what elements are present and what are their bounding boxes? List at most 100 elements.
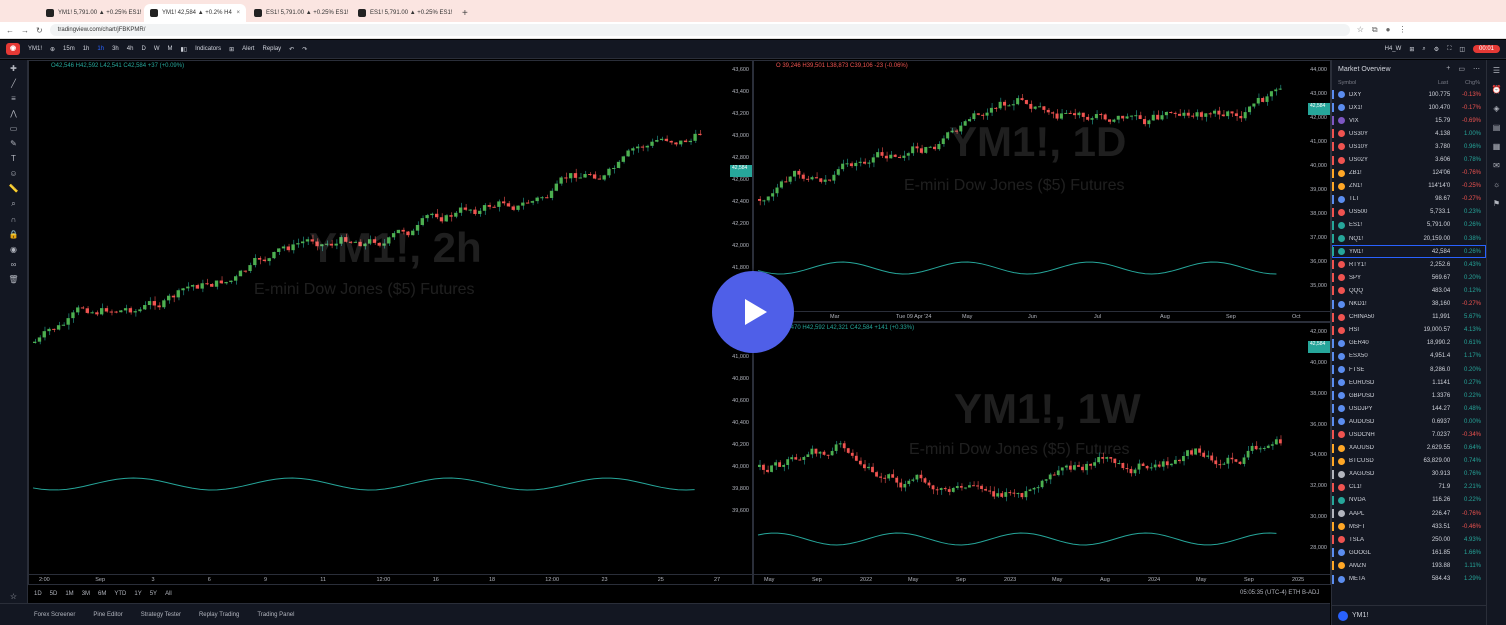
browser-tab[interactable]: ES1! 5,791.00 ▲ +0.25% ES1!×: [352, 4, 454, 22]
interval-4h[interactable]: 4h: [127, 46, 134, 52]
ruler-icon[interactable]: 📏: [9, 184, 19, 193]
watchlist-row[interactable]: VIX 15.79 -0.69%: [1332, 114, 1486, 127]
watchlist-row[interactable]: SPY 569.67 0.20%: [1332, 271, 1486, 284]
fullscreen-icon[interactable]: ⛶: [1447, 46, 1451, 53]
interval-1h-selected[interactable]: 1h: [97, 46, 104, 52]
chart-2h[interactable]: O42,546 H42,592 L42,541 C42,584 +37 (+0.…: [28, 60, 753, 585]
tradingview-logo-icon[interactable]: ◉: [6, 43, 20, 55]
add-symbol-icon[interactable]: +: [1446, 65, 1450, 73]
browser-tab-active[interactable]: YM1! 42,584 ▲ +0.2% H4 ×: [144, 4, 246, 22]
symbol-search-button[interactable]: YM1!: [28, 46, 42, 52]
watchlist-row[interactable]: CL1! 71.9 2.21%: [1332, 481, 1486, 494]
price-axis[interactable]: 44,000 43,000 42,000 41,000 40,000 39,000 38,0…: [1306, 61, 1330, 321]
bottom-tab[interactable]: Replay Trading: [199, 612, 239, 618]
browser-tab[interactable]: YM1! 5,791.00 ▲ +0.25% ES1!×: [40, 4, 142, 22]
ideas-icon[interactable]: ☼: [1493, 180, 1500, 189]
link-icon[interactable]: ∞: [11, 260, 17, 269]
watchlist-row[interactable]: YM1! 42,584 0.26%: [1332, 245, 1486, 259]
layers-icon[interactable]: ◈: [1493, 104, 1499, 113]
timeframe-1m[interactable]: 1M: [65, 591, 73, 597]
layout-icon[interactable]: ▭: [1458, 65, 1465, 73]
watchlist-row[interactable]: GBPUSD 1.3376 0.22%: [1332, 389, 1486, 402]
watchlist-row[interactable]: MSFT 433.51 -0.46%: [1332, 520, 1486, 533]
rectangle-icon[interactable]: ▭: [10, 124, 18, 133]
watchlist-row[interactable]: US02Y 3.606 0.78%: [1332, 153, 1486, 166]
alert-button[interactable]: Alert: [242, 46, 254, 52]
notifications-icon[interactable]: ⚑: [1493, 199, 1500, 208]
crosshair-icon[interactable]: ✚: [10, 64, 17, 73]
interval-3h[interactable]: 3h: [112, 46, 119, 52]
watchlist-row[interactable]: ZB1! 124'06 -0.76%: [1332, 167, 1486, 180]
column-symbol[interactable]: Symbol: [1338, 80, 1402, 86]
more-icon[interactable]: ⋯: [1473, 65, 1480, 73]
replay-button[interactable]: Replay: [262, 46, 281, 52]
bookmark-icon[interactable]: ☆: [1357, 25, 1364, 35]
layout-name[interactable]: H4_W: [1385, 46, 1402, 52]
interval-d[interactable]: D: [141, 46, 145, 52]
back-icon[interactable]: ←: [6, 26, 14, 35]
chart-1d[interactable]: O 39,246 H39,501 L38,873 C39,106 -23 (-0…: [753, 60, 1331, 322]
news-icon[interactable]: ▤: [1493, 123, 1501, 132]
timeframe-ytd[interactable]: YTD: [114, 591, 126, 597]
watchlist-row[interactable]: META 584.43 1.29%: [1332, 572, 1486, 585]
watchlist-row[interactable]: NVDA 116.26 0.22%: [1332, 494, 1486, 507]
timeframe-5y[interactable]: 5Y: [150, 591, 157, 597]
profile-icon[interactable]: ●: [1386, 25, 1391, 35]
live-timer[interactable]: 00:01: [1472, 45, 1500, 53]
interval-m[interactable]: M: [167, 46, 172, 52]
watchlist-row[interactable]: XAUUSD 2,629.55 0.64%: [1332, 442, 1486, 455]
browser-tab[interactable]: ES1! 5,791.00 ▲ +0.25% ES1!×: [248, 4, 350, 22]
timeframe-6m[interactable]: 6M: [98, 591, 106, 597]
eye-icon[interactable]: ◉: [10, 245, 17, 254]
watchlist-row[interactable]: GER40 18,990.2 0.61%: [1332, 337, 1486, 350]
timeframe-5d[interactable]: 5D: [50, 591, 58, 597]
watchlist-icon[interactable]: ☰: [1493, 66, 1500, 75]
bottom-tab[interactable]: Forex Screener: [34, 612, 75, 618]
interval-1h[interactable]: 1h: [83, 46, 90, 52]
interval-15m[interactable]: 15m: [63, 46, 75, 52]
time-axis[interactable]: 2:00 Sep 3 6 9 11 12:00 16 18 12:00 23 25 27: [29, 574, 752, 584]
watchlist-row[interactable]: TSLA 250.00 4.93%: [1332, 533, 1486, 546]
emoji-icon[interactable]: ☺: [9, 169, 17, 178]
watchlist-row[interactable]: GOOGL 161.85 1.66%: [1332, 546, 1486, 559]
undo-icon[interactable]: ↶: [289, 46, 294, 53]
trendline-icon[interactable]: ╱: [11, 79, 16, 88]
text-icon[interactable]: T: [11, 154, 16, 163]
watchlist-row[interactable]: US30Y 4.138 1.00%: [1332, 127, 1486, 140]
bottom-tab[interactable]: Strategy Tester: [141, 612, 181, 618]
layout-grid-icon[interactable]: ⊞: [1409, 46, 1414, 53]
watchlist-row[interactable]: TLT 98.67 -0.27%: [1332, 193, 1486, 206]
redo-icon[interactable]: ↷: [302, 46, 307, 53]
fib-icon[interactable]: ≡: [11, 94, 16, 103]
watchlist-row[interactable]: HSI 19,000.57 4.13%: [1332, 324, 1486, 337]
close-icon[interactable]: ×: [236, 10, 240, 16]
chart-1w[interactable]: O 42,470 H42,592 L42,321 C42,584 +141 (+…: [753, 322, 1331, 585]
url-field[interactable]: tradingview.com/chart/jFBKPMR/: [49, 24, 1350, 36]
watchlist-row[interactable]: ES1! 5,791.00 0.26%: [1332, 219, 1486, 232]
templates-icon[interactable]: ⊞: [229, 46, 234, 53]
bottom-tab[interactable]: Pine Editor: [93, 612, 122, 618]
watchlist-row[interactable]: QQQ 483.04 0.12%: [1332, 284, 1486, 297]
watchlist-row[interactable]: USDJPY 144.27 0.48%: [1332, 402, 1486, 415]
interval-w[interactable]: W: [154, 46, 160, 52]
column-chg[interactable]: Chg%: [1448, 80, 1480, 86]
settings-icon[interactable]: ⚙: [1434, 46, 1439, 53]
timeframe-1d[interactable]: 1D: [34, 591, 42, 597]
watchlist-row[interactable]: AUDUSD 0.6937 0.00%: [1332, 415, 1486, 428]
brush-icon[interactable]: ✎: [10, 139, 17, 148]
time-axis[interactable]: May Sep 2022 May Sep 2023 May Aug 2024 May Sep 2025: [754, 574, 1330, 584]
watchlist-row[interactable]: FTSE 8,286.0 0.20%: [1332, 363, 1486, 376]
menu-icon[interactable]: ⋮: [1398, 25, 1406, 35]
indicators-button[interactable]: Indicators: [195, 46, 221, 52]
watchlist-row[interactable]: BTCUSD 63,829.00 0.74%: [1332, 455, 1486, 468]
zoom-icon[interactable]: ⌕: [11, 199, 15, 209]
watchlist-title[interactable]: Market Overview: [1338, 66, 1391, 73]
watchlist-row[interactable]: AAPL 226.47 -0.76%: [1332, 507, 1486, 520]
watchlist-row[interactable]: ZN1! 114'14'0 -0.25%: [1332, 180, 1486, 193]
chart-type-icon[interactable]: ▮▯: [180, 46, 187, 53]
calendar-icon[interactable]: ▦: [1493, 142, 1501, 151]
camera-icon[interactable]: ◫: [1459, 46, 1465, 53]
watchlist-row[interactable]: USDCNH 7.0237 -0.34%: [1332, 428, 1486, 441]
forward-icon[interactable]: →: [21, 26, 29, 35]
timeframe-all[interactable]: All: [165, 591, 172, 597]
